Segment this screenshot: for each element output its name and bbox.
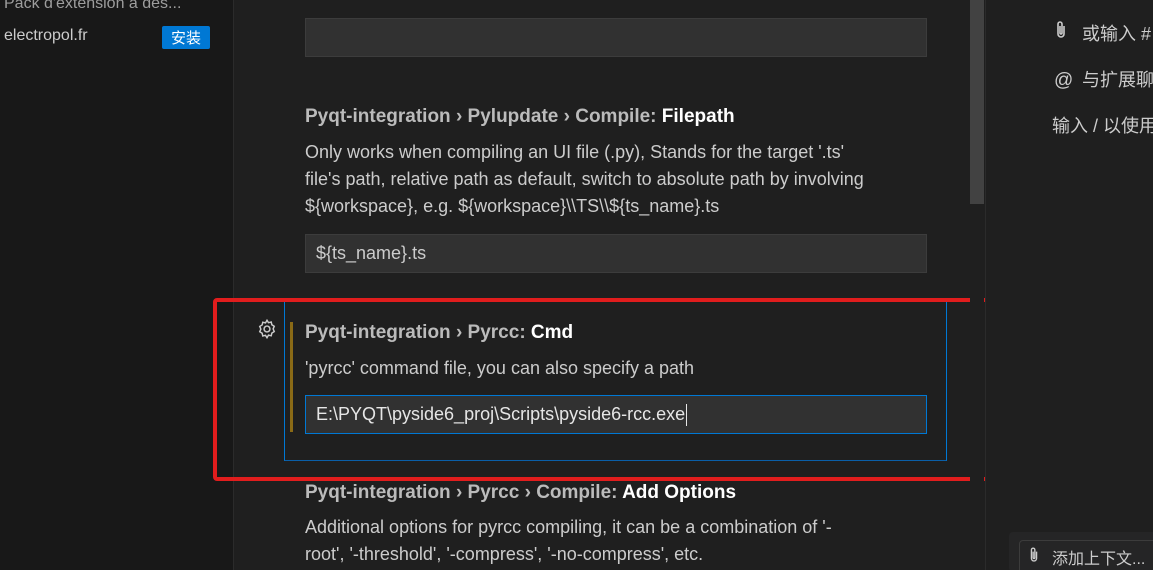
paperclip-icon (1054, 20, 1070, 45)
extension-description: Pack d'extension à des... (4, 0, 182, 12)
settings-scrollbar[interactable] (970, 0, 984, 570)
desc-line: root', '-threshold', '-compress', '-no-c… (305, 544, 704, 564)
desc-line: Additional options for pyrcc compiling, … (305, 517, 832, 537)
chat-hint-text: 或输入 # (1082, 24, 1152, 44)
filepath-input[interactable]: ${ts_name}.ts (305, 234, 927, 273)
setting-leaf: Add Options (622, 482, 737, 503)
chat-hint-slash: 输入 / 以使用 (1052, 116, 1153, 136)
chat-hint-attach: 或输入 # (1054, 20, 1151, 46)
setting-description-add-options: Additional options for pyrcc compiling, … (305, 514, 945, 568)
scrollbar-thumb[interactable] (970, 0, 984, 204)
add-context-button[interactable]: 添加上下文... (1019, 540, 1153, 570)
setting-description-filepath: Only works when compiling an UI file (.p… (305, 139, 945, 220)
desc-line: file's path, relative path as default, s… (305, 169, 864, 189)
add-context-label: 添加上下文... (1052, 551, 1146, 568)
setting-leaf: Filepath (661, 106, 735, 127)
previous-setting-input[interactable] (305, 18, 927, 57)
paperclip-icon (1028, 546, 1042, 569)
setting-title-add-options: Pyqt-integration › Pyrcc › Compile: Add … (305, 482, 736, 504)
desc-line: Only works when compiling an UI file (.p… (305, 142, 845, 162)
setting-title-filepath: Pyqt-integration › Pylupdate › Compile: … (305, 106, 735, 128)
desc-line: ${workspace}, e.g. ${workspace}\\TS\\${t… (305, 196, 720, 216)
vscode-window: Pack d'extension à des... electropol.fr … (0, 0, 1153, 570)
chat-hint-text: 与扩展聊 (1082, 70, 1153, 90)
extension-publisher[interactable]: electropol.fr (4, 27, 88, 45)
setting-breadcrumb: Pyqt-integration › Pyrcc › Compile: (305, 482, 623, 503)
setting-breadcrumb: Pyqt-integration › Pylupdate › Compile: (305, 106, 662, 127)
at-icon: @ (1054, 70, 1074, 91)
install-button[interactable]: 安装 (162, 26, 210, 49)
highlight-annotation-box (213, 298, 1101, 481)
extensions-sidebar: Pack d'extension à des... electropol.fr … (0, 0, 234, 570)
chat-hint-extension: @ 与扩展聊 (1054, 66, 1153, 92)
